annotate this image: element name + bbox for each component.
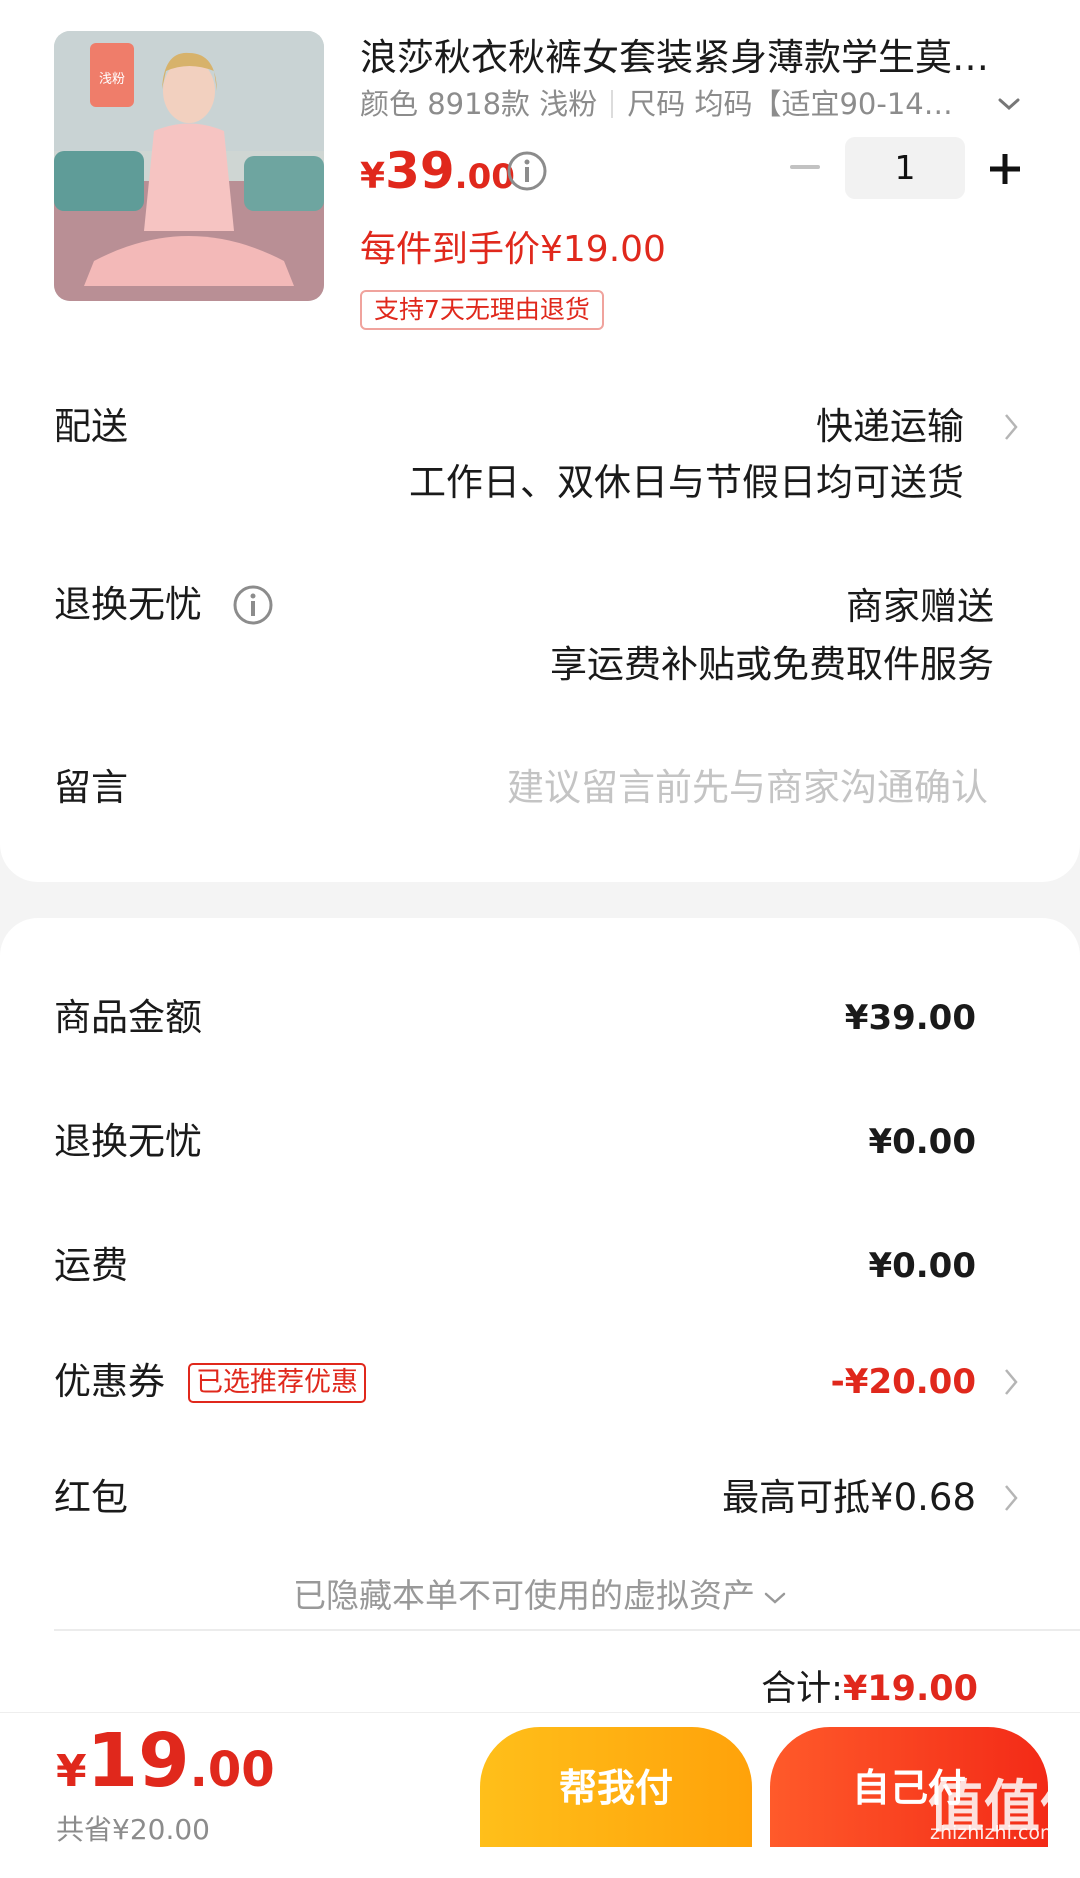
coupon-value[interactable]: -¥20.00: [831, 1357, 976, 1407]
goods-amount-label: 商品金额: [54, 996, 202, 1039]
coupon-label: 优惠券: [54, 1360, 165, 1403]
hidden-assets-toggle[interactable]: 已隐藏本单不可使用的虚拟资产: [0, 1571, 1080, 1621]
payable-decimal: .00: [189, 1742, 275, 1798]
payable-symbol: ¥: [56, 1746, 87, 1797]
goods-amount-value: ¥39.00: [844, 998, 976, 1038]
payable-price: ¥19.00: [56, 1718, 275, 1804]
red-packet-label: 红包: [54, 1476, 128, 1519]
thumb-tag: 浅粉: [99, 72, 125, 87]
message-input[interactable]: 建议留言前先与商家沟通确认: [507, 763, 988, 813]
product-title[interactable]: 浪莎秋衣秋裤女套装紧身薄款学生莫…: [360, 34, 1020, 82]
payable-integer: 19: [86, 1718, 190, 1804]
shipping-fee-value: ¥0.00: [868, 1246, 976, 1286]
message-label: 留言: [54, 766, 128, 809]
saved-amount: 共省¥20.00: [56, 1813, 210, 1846]
quantity-input[interactable]: 1: [845, 137, 965, 199]
site-watermark: 值值值 zhizhizhi.com: [918, 1762, 1080, 1847]
quantity-increase-button[interactable]: [988, 152, 1022, 186]
info-icon[interactable]: [506, 150, 548, 192]
total-label: 合计:: [761, 1669, 843, 1709]
spec-divider: [611, 90, 614, 118]
chevron-down-icon[interactable]: [996, 86, 1022, 122]
delivery-note: 工作日、双休日与节假日均可送货: [409, 461, 964, 504]
hidden-assets-text: 已隐藏本单不可使用的虚拟资产: [293, 1576, 755, 1615]
delivery-method[interactable]: 快递运输: [816, 402, 964, 452]
product-specs[interactable]: 颜色 8918款 浅粉 尺码 均码【适宜90-14…: [360, 84, 960, 124]
coupon-selected-badge: 已选推荐优惠: [188, 1363, 366, 1403]
chevron-right-icon[interactable]: [1003, 1483, 1019, 1513]
watermark-url: zhizhizhi.com: [930, 1822, 1059, 1844]
chevron-right-icon[interactable]: [1003, 412, 1019, 442]
red-packet-value[interactable]: 最高可抵¥0.68: [722, 1473, 976, 1523]
delivery-label: 配送: [54, 405, 128, 448]
info-icon[interactable]: [232, 584, 274, 626]
product-image: 浅粉: [54, 31, 324, 301]
worry-free-fee-value: ¥0.00: [868, 1122, 976, 1162]
quantity-decrease-button[interactable]: [790, 165, 820, 169]
worry-free-label: 退换无忧: [54, 583, 202, 626]
product-thumbnail[interactable]: 浅粉: [54, 31, 324, 301]
summary-divider: [54, 1629, 1080, 1631]
return-policy-badge: 支持7天无理由退货: [360, 290, 604, 330]
chevron-down-icon: [764, 1592, 786, 1604]
unit-price: ¥39.00: [360, 142, 515, 200]
price-symbol: ¥: [360, 156, 386, 197]
worry-free-fee-label: 退换无忧: [54, 1120, 202, 1163]
final-unit-price: 每件到手价¥19.00: [360, 229, 666, 270]
total-value: ¥19.00: [842, 1669, 978, 1709]
worry-free-value: 商家赠送: [846, 585, 994, 628]
spec-size: 尺码 均码【适宜90-14…: [627, 87, 953, 121]
price-integer: 39: [385, 142, 455, 200]
order-total: 合计:¥19.00: [761, 1664, 978, 1714]
worry-free-note: 享运费补贴或免费取件服务: [550, 643, 994, 686]
shipping-fee-label: 运费: [54, 1244, 128, 1287]
spec-color: 颜色 8918款 浅粉: [360, 87, 598, 121]
chevron-right-icon[interactable]: [1003, 1367, 1019, 1397]
help-pay-button[interactable]: 帮我付: [480, 1727, 752, 1847]
